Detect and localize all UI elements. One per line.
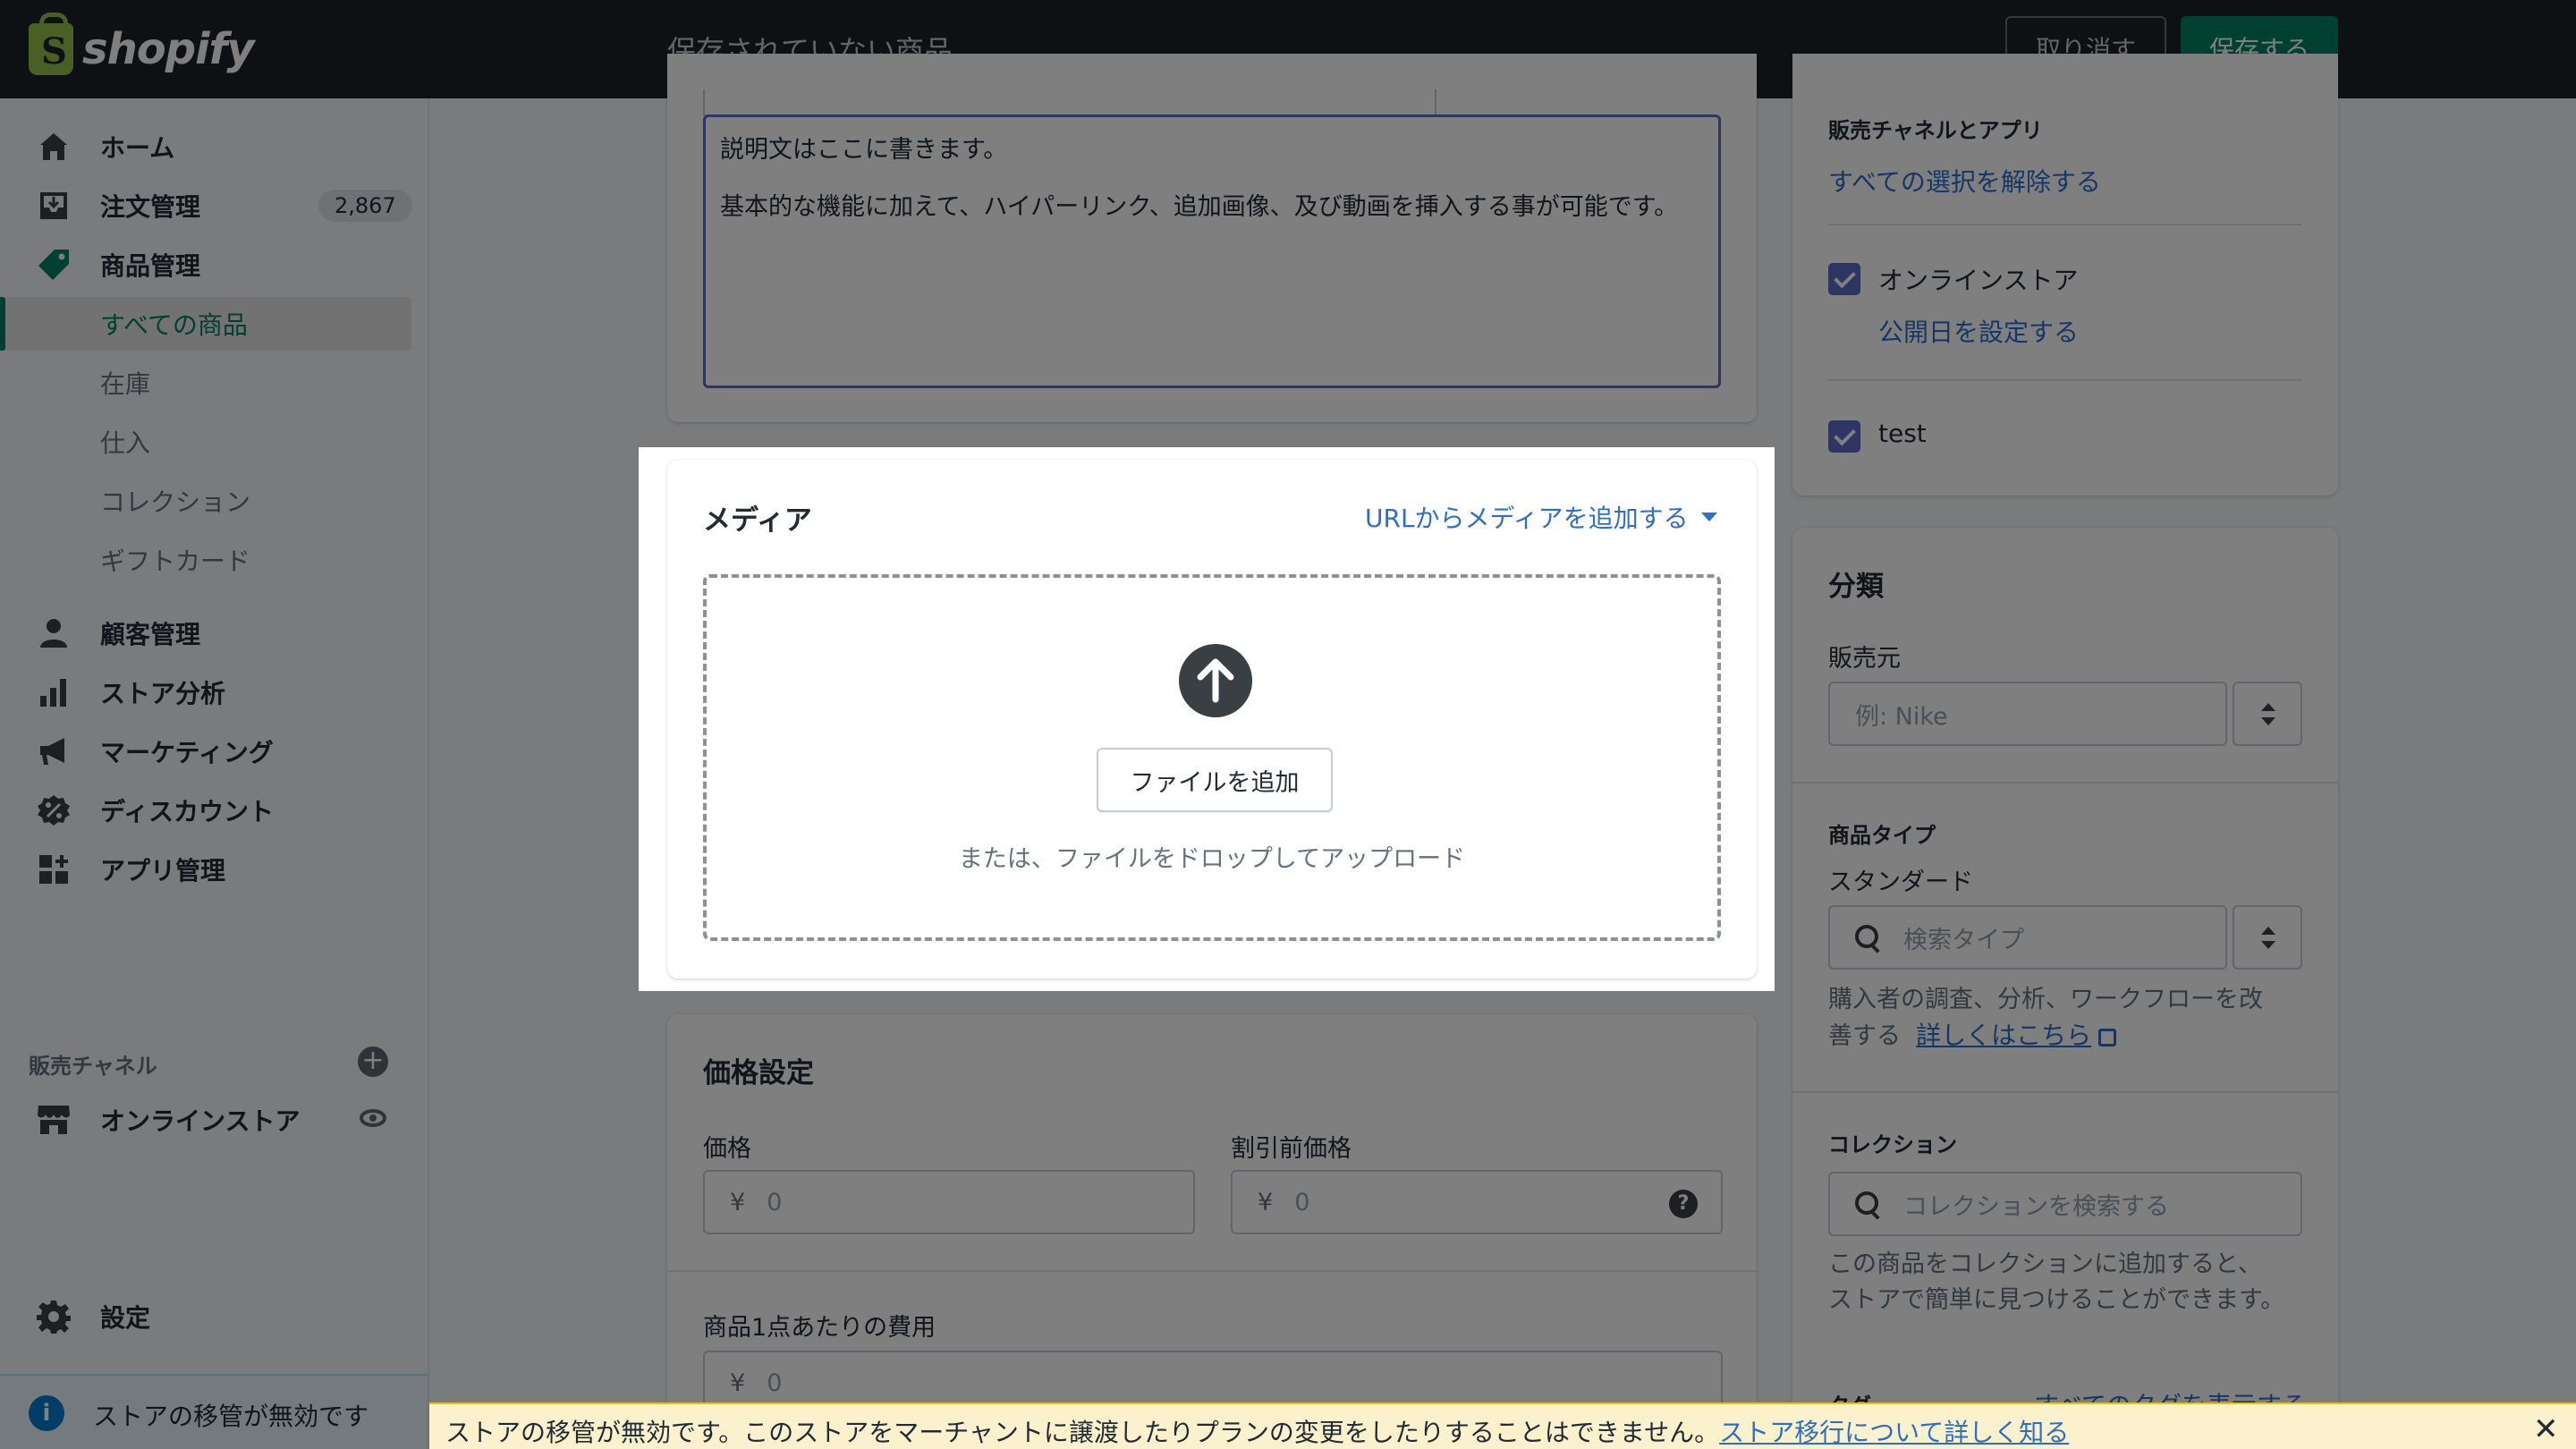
dim-overlay xyxy=(1775,447,2576,991)
media-title: メディア xyxy=(703,504,812,537)
banner-text: ストアの移管が無効です。このストアをマーチャントに譲渡したりプランの変更をしたり… xyxy=(445,1413,2069,1449)
banner-message: ストアの移管が無効です。このストアをマーチャントに譲渡したりプランの変更をしたり… xyxy=(445,1418,1720,1447)
close-icon[interactable]: ✕ xyxy=(2533,1411,2559,1447)
drop-hint-text: または、ファイルをドロップしてアップロード xyxy=(958,845,1466,873)
migration-banner: ストアの移管が無効です。このストアをマーチャントに譲渡したりプランの変更をしたり… xyxy=(429,1402,2576,1449)
dim-overlay xyxy=(0,0,2576,447)
media-dropzone[interactable]: ファイルを追加 または、ファイルをドロップしてアップロード xyxy=(703,574,1721,941)
dim-overlay xyxy=(0,991,2576,1449)
caret-down-icon xyxy=(1700,513,1717,521)
media-card: メディア URLからメディアを追加する ファイルを追加 または、ファイルをドロッ… xyxy=(667,460,1757,979)
dim-overlay xyxy=(0,447,639,991)
upload-arrow-icon xyxy=(1179,644,1252,717)
banner-learn-more-link[interactable]: ストア移行について詳しく知る xyxy=(1719,1418,2069,1447)
url-link-label: URLからメディアを追加する xyxy=(1365,504,1689,533)
add-media-from-url-dropdown[interactable]: URLからメディアを追加する xyxy=(1365,499,1717,535)
add-file-button[interactable]: ファイルを追加 xyxy=(1097,748,1333,812)
